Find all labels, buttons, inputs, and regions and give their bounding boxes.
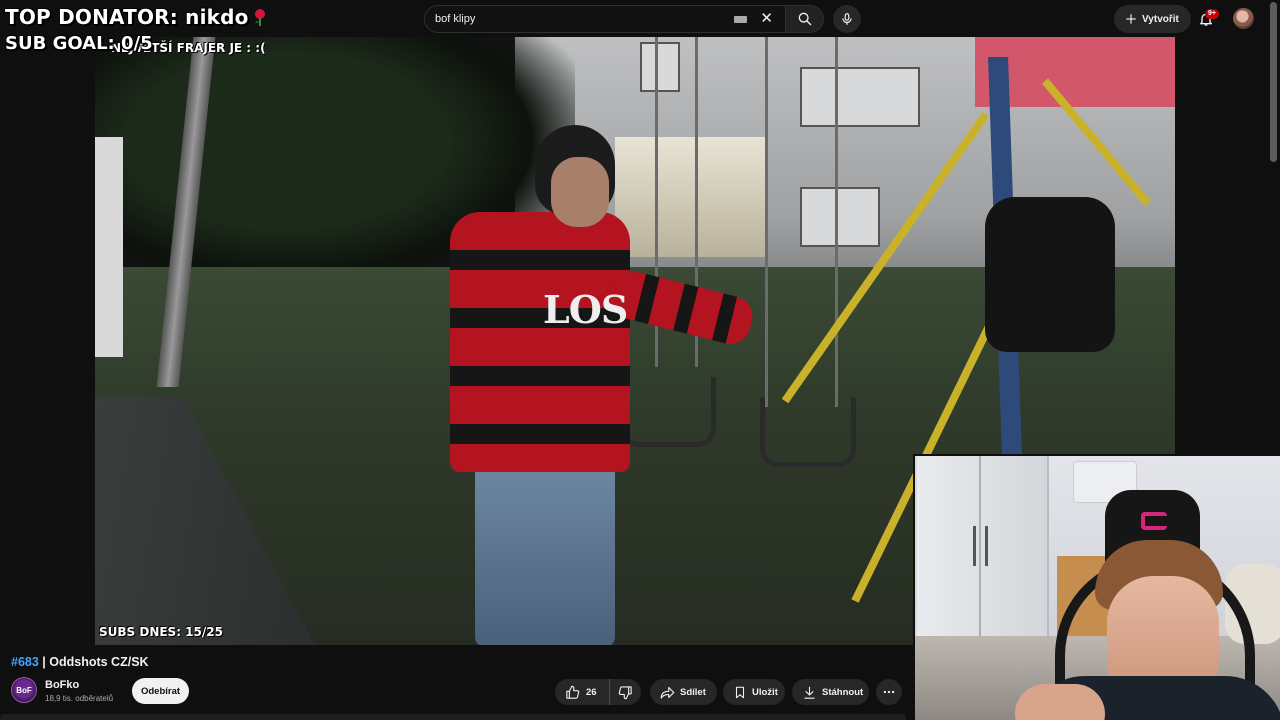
scene-swing-seat	[620, 377, 716, 447]
scene-wall	[95, 137, 123, 357]
cam-person-hand	[1015, 684, 1105, 720]
title-text: | Oddshots CZ/SK	[38, 655, 149, 669]
cam-wardrobe-handle	[985, 526, 988, 566]
video-title: #683 | Oddshots CZ/SK	[11, 655, 149, 669]
create-button[interactable]: Vytvořit	[1114, 5, 1191, 33]
webcam-overlay	[913, 454, 1280, 720]
keyboard-icon[interactable]	[734, 16, 747, 23]
scene-swing-chain	[835, 37, 838, 407]
bookmark-icon	[735, 686, 745, 698]
mic-icon	[842, 13, 852, 25]
description-box-edge	[0, 714, 906, 720]
cam-wardrobe-door-split	[979, 456, 981, 636]
sub-goal-overlay: SUB GOAL: 0/5	[5, 33, 153, 54]
rose-icon	[254, 9, 265, 26]
page-scrollbar[interactable]	[1270, 2, 1277, 162]
more-icon	[883, 690, 895, 694]
channel-avatar[interactable]: BoF	[11, 677, 37, 703]
scene-person-legs	[475, 457, 615, 645]
account-avatar[interactable]	[1233, 8, 1254, 29]
title-hashtag-link[interactable]: #683	[11, 655, 39, 669]
subs-caption: SUBS DNES: 15/25	[99, 625, 223, 639]
search-input[interactable]	[435, 13, 735, 25]
cam-chair-logo	[1141, 512, 1167, 530]
share-icon	[660, 686, 675, 699]
scene-window	[800, 187, 880, 247]
like-count: 26	[586, 686, 597, 698]
subscriber-count: 18,9 tis. odběratelů	[45, 694, 114, 703]
notification-badge: 9+	[1205, 9, 1219, 19]
save-button[interactable]: Uložit	[723, 679, 785, 705]
scene-swing-chain	[765, 37, 768, 407]
download-icon	[804, 686, 815, 699]
search-icon	[798, 12, 811, 26]
youtube-watch-page: LOS NEJVĚTŠÍ FRAJER JE : :( SUBS DNES: 1…	[0, 0, 1280, 720]
top-donator-overlay: TOP DONATOR: nikdo	[5, 5, 267, 29]
scene-window	[640, 42, 680, 92]
subscribe-button[interactable]: Odebírat	[132, 678, 189, 704]
search-field[interactable]: ✕	[424, 5, 786, 33]
voice-search-button[interactable]	[833, 5, 861, 33]
search-button[interactable]	[786, 5, 824, 33]
download-label: Stáhnout	[822, 686, 864, 698]
share-label: Sdílet	[680, 686, 706, 698]
shirt-print: LOS	[543, 287, 628, 332]
scene-person-body	[450, 212, 630, 472]
save-label: Uložit	[752, 686, 778, 698]
create-label: Vytvořit	[1142, 13, 1179, 25]
scene-window	[800, 67, 920, 127]
more-actions-button[interactable]	[876, 679, 902, 705]
share-button[interactable]: Sdílet	[650, 679, 717, 705]
close-icon[interactable]: ✕	[760, 11, 773, 27]
scene-shop-window	[615, 137, 765, 257]
like-button[interactable]: 26	[555, 679, 610, 705]
scene-swing-seat	[760, 397, 856, 467]
scene-backpack	[985, 197, 1115, 352]
thumbs-up-icon	[566, 685, 580, 699]
like-dislike-group: 26	[555, 679, 641, 705]
thumbs-down-icon	[618, 685, 632, 699]
dislike-button[interactable]	[610, 679, 641, 705]
cam-wardrobe	[917, 456, 1049, 636]
top-donator-text: TOP DONATOR: nikdo	[5, 5, 249, 29]
scene-person-face	[551, 157, 609, 227]
search-bar: ✕	[424, 5, 824, 33]
channel-name[interactable]: BoFko	[45, 679, 79, 691]
download-button[interactable]: Stáhnout	[792, 679, 869, 705]
plus-icon	[1126, 14, 1136, 24]
cam-wardrobe-handle	[973, 526, 976, 566]
